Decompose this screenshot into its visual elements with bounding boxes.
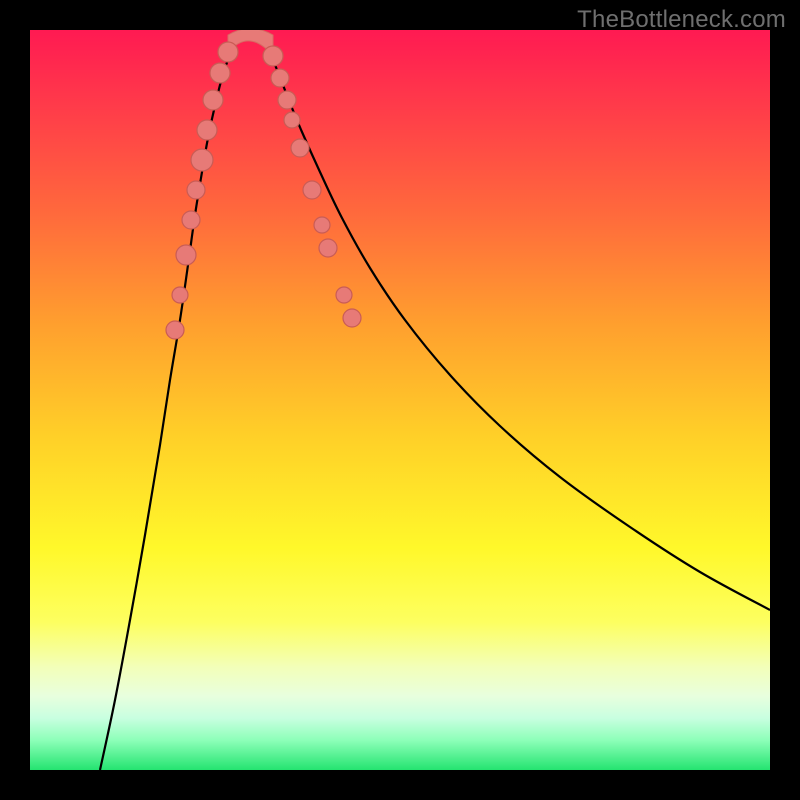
dots-left [166, 42, 238, 339]
data-point [191, 149, 213, 171]
data-point [172, 287, 188, 303]
data-point [203, 90, 223, 110]
data-point [284, 112, 300, 128]
data-point [303, 181, 321, 199]
data-point [343, 309, 361, 327]
data-point [263, 46, 283, 66]
data-point [176, 245, 196, 265]
data-point [314, 217, 330, 233]
watermark-text: TheBottleneck.com [577, 6, 786, 34]
plot-area [30, 30, 770, 770]
right-curve [265, 43, 770, 610]
data-point [197, 120, 217, 140]
data-point [210, 63, 230, 83]
data-point [182, 211, 200, 229]
data-point [187, 181, 205, 199]
data-point [291, 139, 309, 157]
data-point [166, 321, 184, 339]
data-point [319, 239, 337, 257]
chart-frame: TheBottleneck.com [0, 0, 800, 800]
left-curve [100, 43, 236, 770]
dots-right [263, 46, 361, 327]
data-point [278, 91, 296, 109]
chart-svg [30, 30, 770, 770]
data-point [336, 287, 352, 303]
data-point [218, 42, 238, 62]
data-point [271, 69, 289, 87]
